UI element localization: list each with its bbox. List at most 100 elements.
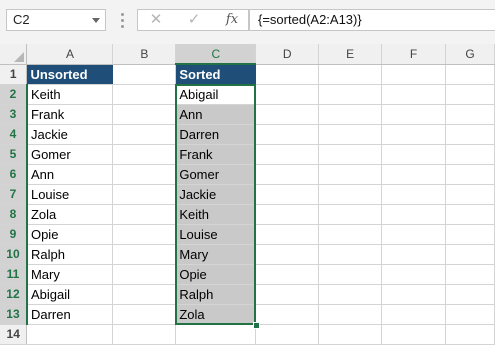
cell-g6[interactable] bbox=[445, 164, 495, 185]
column-header-e[interactable]: E bbox=[318, 44, 383, 65]
cell-a13[interactable]: Darren bbox=[26, 304, 114, 325]
cell-f12[interactable] bbox=[381, 284, 446, 305]
cell-g10[interactable] bbox=[445, 244, 495, 265]
row-header-3[interactable]: 3 bbox=[0, 104, 28, 125]
cell-g4[interactable] bbox=[445, 124, 495, 145]
cell-c1[interactable]: Sorted bbox=[175, 64, 257, 85]
cell-a10[interactable]: Ralph bbox=[26, 244, 114, 265]
cell-b6[interactable] bbox=[112, 164, 177, 185]
cell-c7[interactable]: Jackie bbox=[175, 184, 257, 205]
cell-b12[interactable] bbox=[112, 284, 177, 305]
cell-d4[interactable] bbox=[255, 124, 320, 145]
cell-f5[interactable] bbox=[381, 144, 446, 165]
cell-e3[interactable] bbox=[318, 104, 383, 125]
cell-b7[interactable] bbox=[112, 184, 177, 205]
row-header-8[interactable]: 8 bbox=[0, 204, 28, 225]
resize-handle-icon[interactable] bbox=[121, 13, 125, 29]
cell-a11[interactable]: Mary bbox=[26, 264, 114, 285]
cell-a4[interactable]: Jackie bbox=[26, 124, 114, 145]
cell-g1[interactable] bbox=[445, 64, 495, 85]
insert-function-icon[interactable]: fx bbox=[220, 10, 244, 30]
cell-b14[interactable] bbox=[112, 324, 177, 345]
row-header-13[interactable]: 13 bbox=[0, 304, 28, 325]
cell-f8[interactable] bbox=[381, 204, 446, 225]
cell-d13[interactable] bbox=[255, 304, 320, 325]
cell-g2[interactable] bbox=[445, 84, 495, 105]
cell-b5[interactable] bbox=[112, 144, 177, 165]
cell-a1[interactable]: Unsorted bbox=[26, 64, 114, 85]
row-header-6[interactable]: 6 bbox=[0, 164, 28, 185]
cell-a12[interactable]: Abigail bbox=[26, 284, 114, 305]
cell-c9[interactable]: Louise bbox=[175, 224, 257, 245]
cell-g12[interactable] bbox=[445, 284, 495, 305]
cell-a3[interactable]: Frank bbox=[26, 104, 114, 125]
cell-d7[interactable] bbox=[255, 184, 320, 205]
cell-f4[interactable] bbox=[381, 124, 446, 145]
enter-icon[interactable]: ✓ bbox=[182, 10, 206, 30]
cell-f9[interactable] bbox=[381, 224, 446, 245]
cell-e11[interactable] bbox=[318, 264, 383, 285]
cell-e1[interactable] bbox=[318, 64, 383, 85]
cell-g13[interactable] bbox=[445, 304, 495, 325]
cell-e8[interactable] bbox=[318, 204, 383, 225]
cell-c13[interactable]: Zola bbox=[175, 304, 257, 325]
cell-f3[interactable] bbox=[381, 104, 446, 125]
cell-g7[interactable] bbox=[445, 184, 495, 205]
row-header-2[interactable]: 2 bbox=[0, 84, 28, 105]
cell-a8[interactable]: Zola bbox=[26, 204, 114, 225]
column-header-b[interactable]: B bbox=[112, 44, 177, 65]
row-header-7[interactable]: 7 bbox=[0, 184, 28, 205]
row-header-11[interactable]: 11 bbox=[0, 264, 28, 285]
cell-f10[interactable] bbox=[381, 244, 446, 265]
row-header-10[interactable]: 10 bbox=[0, 244, 28, 265]
cell-f7[interactable] bbox=[381, 184, 446, 205]
column-header-d[interactable]: D bbox=[255, 44, 320, 65]
cell-e6[interactable] bbox=[318, 164, 383, 185]
cell-e4[interactable] bbox=[318, 124, 383, 145]
cell-a6[interactable]: Ann bbox=[26, 164, 114, 185]
cell-a14[interactable] bbox=[26, 324, 114, 345]
row-header-5[interactable]: 5 bbox=[0, 144, 28, 165]
row-header-12[interactable]: 12 bbox=[0, 284, 28, 305]
cell-g11[interactable] bbox=[445, 264, 495, 285]
cell-g14[interactable] bbox=[445, 324, 495, 345]
cell-d8[interactable] bbox=[255, 204, 320, 225]
cell-c10[interactable]: Mary bbox=[175, 244, 257, 265]
cell-d12[interactable] bbox=[255, 284, 320, 305]
cell-g3[interactable] bbox=[445, 104, 495, 125]
cell-b11[interactable] bbox=[112, 264, 177, 285]
formula-input[interactable]: {=sorted(A2:A13)} bbox=[249, 9, 495, 31]
cell-c14[interactable] bbox=[175, 324, 257, 345]
cell-e13[interactable] bbox=[318, 304, 383, 325]
cell-g8[interactable] bbox=[445, 204, 495, 225]
cell-c4[interactable]: Darren bbox=[175, 124, 257, 145]
cell-d3[interactable] bbox=[255, 104, 320, 125]
row-header-4[interactable]: 4 bbox=[0, 124, 28, 145]
cell-b3[interactable] bbox=[112, 104, 177, 125]
cell-e5[interactable] bbox=[318, 144, 383, 165]
column-header-f[interactable]: F bbox=[381, 44, 446, 65]
cell-e7[interactable] bbox=[318, 184, 383, 205]
cell-c6[interactable]: Gomer bbox=[175, 164, 257, 185]
cell-b4[interactable] bbox=[112, 124, 177, 145]
name-box[interactable]: C2 bbox=[6, 9, 106, 31]
chevron-down-icon[interactable] bbox=[92, 18, 100, 23]
cell-f6[interactable] bbox=[381, 164, 446, 185]
cell-b1[interactable] bbox=[112, 64, 177, 85]
cell-c11[interactable]: Opie bbox=[175, 264, 257, 285]
cell-b10[interactable] bbox=[112, 244, 177, 265]
cell-a9[interactable]: Opie bbox=[26, 224, 114, 245]
cell-d10[interactable] bbox=[255, 244, 320, 265]
row-header-1[interactable]: 1 bbox=[0, 64, 28, 85]
cell-b9[interactable] bbox=[112, 224, 177, 245]
cell-d14[interactable] bbox=[255, 324, 320, 345]
cell-c5[interactable]: Frank bbox=[175, 144, 257, 165]
cell-e10[interactable] bbox=[318, 244, 383, 265]
cell-b13[interactable] bbox=[112, 304, 177, 325]
cell-d9[interactable] bbox=[255, 224, 320, 245]
cell-d2[interactable] bbox=[255, 84, 320, 105]
cell-b2[interactable] bbox=[112, 84, 177, 105]
cell-g5[interactable] bbox=[445, 144, 495, 165]
cell-a5[interactable]: Gomer bbox=[26, 144, 114, 165]
cell-d5[interactable] bbox=[255, 144, 320, 165]
